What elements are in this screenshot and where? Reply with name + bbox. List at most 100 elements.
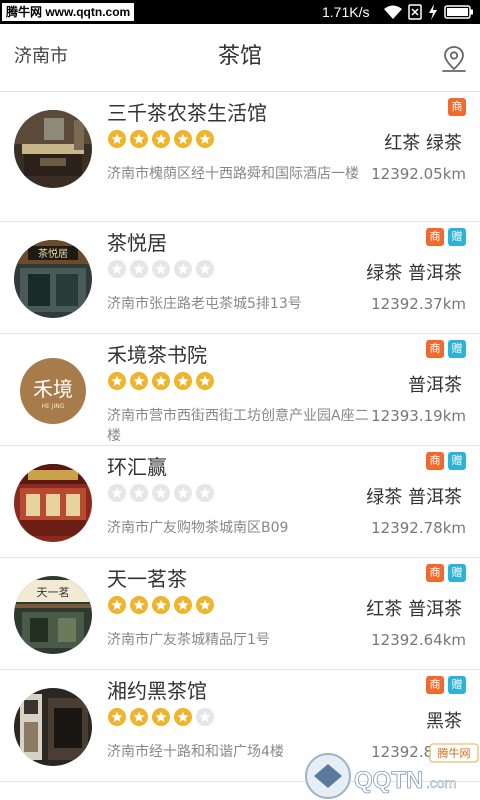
shop-avatar-image	[14, 464, 92, 542]
shop-name: 天一茗茶	[107, 567, 187, 591]
list-item[interactable]: 茶悦居 茶悦居 商赠 绿茶 普洱茶 济南市张庄路老屯茶城5排13号 12392.…	[0, 222, 480, 334]
star-empty-icon	[130, 260, 148, 278]
gift-badge: 赠	[448, 452, 466, 470]
star-filled-icon	[174, 372, 192, 390]
gift-badge: 赠	[448, 228, 466, 246]
star-empty-icon	[152, 484, 170, 502]
star-empty-icon	[130, 484, 148, 502]
merchant-badge: 商	[426, 564, 444, 582]
shop-avatar-image: 天一茗	[14, 576, 92, 654]
watermark-logo: QQTN .com 腾牛网	[305, 743, 479, 799]
list-item[interactable]: 三千茶农茶生活馆 商 红茶 绿茶 济南市槐荫区经十西路舜和国际酒店一楼 1239…	[0, 92, 480, 222]
logo-subtext: HE JING	[42, 403, 65, 410]
svg-text:.com: .com	[426, 775, 456, 791]
shop-logo: 禾境 HE JING	[14, 352, 92, 430]
watermark-badge: 腾牛网 www.qqtn.com	[2, 3, 135, 21]
rating-stars	[108, 260, 214, 280]
shop-avatar-image: 茶悦居	[14, 240, 92, 318]
star-filled-icon	[108, 596, 126, 614]
star-filled-icon	[196, 372, 214, 390]
tea-types: 黑茶	[426, 711, 462, 732]
star-filled-icon	[174, 596, 192, 614]
star-filled-icon	[130, 372, 148, 390]
battery-icon	[444, 5, 473, 19]
list-item[interactable]: 禾境 HE JING 禾境茶书院 商赠 普洱茶 济南市营市西街西街工坊创意产业园…	[0, 334, 480, 446]
merchant-badge: 商	[426, 228, 444, 246]
shop-distance: 12392.78km	[371, 519, 466, 537]
rating-stars	[108, 708, 214, 728]
tea-types: 红茶 绿茶	[384, 133, 462, 154]
shop-address: 济南市广友茶城精品厅1号	[107, 632, 270, 648]
sign-text: 茶悦居	[38, 247, 68, 260]
star-filled-icon	[108, 708, 126, 726]
gift-badge: 赠	[448, 564, 466, 582]
shop-distance: 12392.05km	[371, 165, 466, 183]
shop-address: 济南市广友购物茶城南区B09	[107, 520, 289, 536]
svg-text:腾牛网: 腾牛网	[438, 746, 471, 760]
tea-types: 绿茶 普洱茶	[366, 263, 462, 284]
shop-address: 济南市营市西街西街工坊创意产业园A座二楼	[107, 408, 369, 444]
charging-icon	[429, 4, 437, 20]
star-filled-icon	[174, 130, 192, 148]
shop-name: 禾境茶书院	[107, 343, 207, 367]
shop-name: 三千茶农茶生活馆	[107, 101, 267, 125]
merchant-badge: 商	[426, 340, 444, 358]
star-filled-icon	[108, 372, 126, 390]
star-empty-icon	[108, 484, 126, 502]
rating-stars	[108, 130, 214, 150]
list-item[interactable]: 天一茗 天一茗茶 商赠 红茶 普洱茶 济南市广友茶城精品厅1号 12392.64…	[0, 558, 480, 670]
star-empty-icon	[196, 260, 214, 278]
star-filled-icon	[196, 596, 214, 614]
star-filled-icon	[152, 372, 170, 390]
star-empty-icon	[174, 484, 192, 502]
location-pin-icon[interactable]	[440, 44, 468, 74]
page-title: 茶馆	[217, 44, 262, 69]
merchant-badge: 商	[426, 676, 444, 694]
gift-badge: 赠	[448, 676, 466, 694]
merchant-badge: 商	[426, 452, 444, 470]
gift-badge: 赠	[448, 340, 466, 358]
shop-badges: 商赠	[426, 228, 466, 246]
rating-stars	[108, 372, 214, 392]
sim-icon	[408, 4, 422, 20]
shop-address: 济南市张庄路老屯茶城5排13号	[107, 296, 302, 312]
star-filled-icon	[130, 708, 148, 726]
shop-avatar-image	[14, 688, 92, 766]
teahouse-list: 三千茶农茶生活馆 商 红茶 绿茶 济南市槐荫区经十西路舜和国际酒店一楼 1239…	[0, 92, 480, 782]
star-filled-icon	[152, 596, 170, 614]
merchant-badge: 商	[448, 98, 466, 116]
shop-distance: 12392.64km	[371, 631, 466, 649]
star-filled-icon	[130, 130, 148, 148]
shop-badges: 商赠	[426, 452, 466, 470]
star-filled-icon	[152, 130, 170, 148]
star-empty-icon	[152, 260, 170, 278]
shop-name: 茶悦居	[107, 231, 167, 255]
logo-text: 禾境	[33, 377, 73, 401]
star-filled-icon	[196, 130, 214, 148]
list-item[interactable]: 环汇赢 商赠 绿茶 普洱茶 济南市广友购物茶城南区B09 12392.78km	[0, 446, 480, 558]
shop-distance: 12393.19km	[371, 407, 466, 425]
status-bar: 腾牛网 www.qqtn.com 1.71K/s	[0, 0, 480, 24]
star-empty-icon	[108, 260, 126, 278]
shop-badges: 商赠	[426, 564, 466, 582]
app-header: 济南市 茶馆	[0, 24, 480, 92]
shop-badges: 商赠	[426, 676, 466, 694]
wifi-icon	[384, 5, 402, 19]
tea-types: 普洱茶	[408, 375, 462, 396]
svg-text:QQTN: QQTN	[354, 767, 423, 794]
sign-text: 天一茗	[37, 586, 70, 599]
star-empty-icon	[174, 260, 192, 278]
rating-stars	[108, 484, 214, 504]
star-filled-icon	[108, 130, 126, 148]
shop-name: 环汇赢	[107, 455, 167, 479]
star-empty-icon	[196, 708, 214, 726]
rating-stars	[108, 596, 214, 616]
star-empty-icon	[196, 484, 214, 502]
tea-types: 绿茶 普洱茶	[366, 487, 462, 508]
star-filled-icon	[130, 596, 148, 614]
shop-badges: 商赠	[426, 340, 466, 358]
star-filled-icon	[174, 708, 192, 726]
shop-address: 济南市槐荫区经十西路舜和国际酒店一楼	[107, 166, 359, 182]
network-speed: 1.71K/s	[322, 4, 370, 20]
tea-types: 红茶 普洱茶	[366, 599, 462, 620]
